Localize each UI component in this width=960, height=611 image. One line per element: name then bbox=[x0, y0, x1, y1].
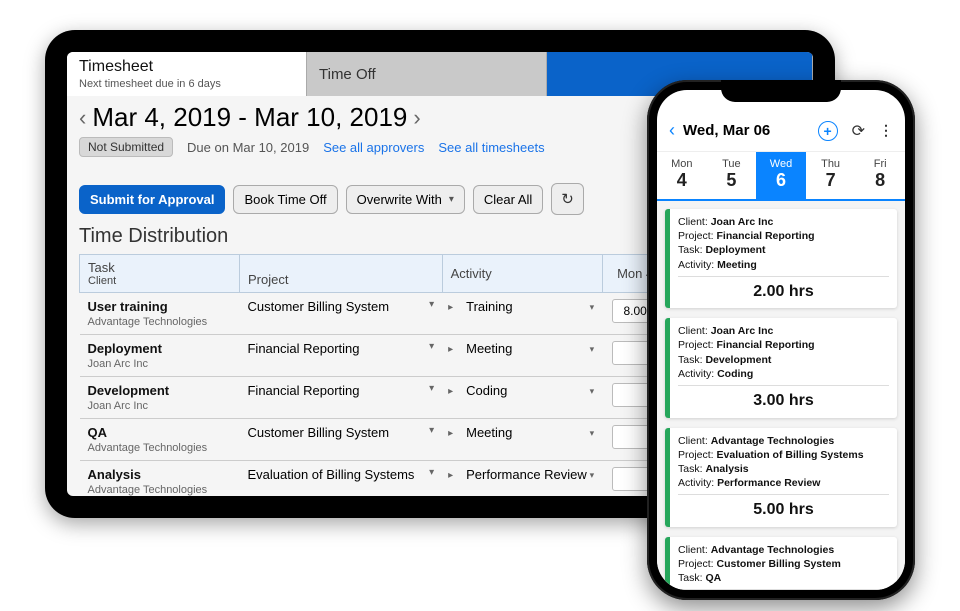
task-cell[interactable]: Deployment Joan Arc Inc bbox=[80, 335, 240, 377]
expand-icon: ▸ bbox=[448, 344, 453, 355]
phone-date: Wed, Mar 06 bbox=[683, 122, 812, 139]
time-entry-card[interactable]: Client: Advantage Technologies Project: … bbox=[665, 428, 897, 527]
tab-timesheet[interactable]: Timesheet Next timesheet due in 6 days bbox=[67, 52, 307, 96]
project-cell[interactable]: Customer Billing System ▾ bbox=[239, 293, 442, 335]
chevron-down-icon: ▾ bbox=[590, 470, 595, 481]
due-date-text: Due on Mar 10, 2019 bbox=[187, 140, 309, 155]
more-icon[interactable]: ⋮ bbox=[879, 122, 893, 139]
date-range-text: Mar 4, 2019 - Mar 10, 2019 bbox=[92, 102, 407, 133]
activity-cell[interactable]: ▸ Performance Review ▾ bbox=[442, 461, 602, 497]
entry-hours: 2.00 hrs bbox=[678, 276, 889, 305]
chevron-down-icon: ▾ bbox=[590, 302, 595, 313]
activity-cell[interactable]: ▸ Meeting ▾ bbox=[442, 419, 602, 461]
expand-icon: ▸ bbox=[448, 302, 453, 313]
chevron-down-icon: ▾ bbox=[590, 386, 595, 397]
task-cell[interactable]: QA Advantage Technologies bbox=[80, 419, 240, 461]
activity-cell[interactable]: ▸ Training ▾ bbox=[442, 293, 602, 335]
col-task: Task Client bbox=[80, 255, 240, 293]
next-week-chevron-icon[interactable]: › bbox=[413, 105, 420, 131]
refresh-button[interactable] bbox=[551, 183, 584, 215]
task-cell[interactable]: User training Advantage Technologies bbox=[80, 293, 240, 335]
task-cell[interactable]: Analysis Advantage Technologies bbox=[80, 461, 240, 497]
clear-all-button[interactable]: Clear All bbox=[473, 185, 543, 214]
tab-timesheet-title: Timesheet bbox=[79, 58, 294, 76]
weekday-wed[interactable]: Wed6 bbox=[756, 152, 806, 199]
entry-hours: 5.00 hrs bbox=[678, 494, 889, 523]
book-time-off-button[interactable]: Book Time Off bbox=[233, 185, 337, 214]
activity-cell[interactable]: ▸ Meeting ▾ bbox=[442, 335, 602, 377]
tab-timesheet-subtitle: Next timesheet due in 6 days bbox=[79, 78, 294, 90]
see-timesheets-link[interactable]: See all timesheets bbox=[438, 140, 544, 155]
col-activity: Activity bbox=[442, 255, 602, 293]
chevron-down-icon: ▾ bbox=[429, 341, 434, 352]
chevron-down-icon: ▾ bbox=[590, 344, 595, 355]
phone-notch bbox=[721, 80, 841, 102]
submit-approval-button[interactable]: Submit for Approval bbox=[79, 185, 225, 214]
expand-icon: ▸ bbox=[448, 470, 453, 481]
weekday-tue[interactable]: Tue5 bbox=[707, 152, 757, 199]
prev-week-chevron-icon[interactable]: ‹ bbox=[79, 105, 86, 131]
activity-cell[interactable]: ▸ Coding ▾ bbox=[442, 377, 602, 419]
project-cell[interactable]: Evaluation of Billing Systems ▾ bbox=[239, 461, 442, 497]
project-cell[interactable]: Financial Reporting ▾ bbox=[239, 335, 442, 377]
project-cell[interactable]: Financial Reporting ▾ bbox=[239, 377, 442, 419]
task-cell[interactable]: Development Joan Arc Inc bbox=[80, 377, 240, 419]
add-entry-icon[interactable]: + bbox=[818, 121, 838, 141]
chevron-down-icon: ▾ bbox=[429, 425, 434, 436]
back-chevron-icon[interactable]: ‹ bbox=[669, 120, 675, 141]
chevron-down-icon: ▾ bbox=[429, 467, 434, 478]
chevron-down-icon: ▾ bbox=[429, 383, 434, 394]
tab-timeoff[interactable]: Time Off bbox=[307, 52, 547, 96]
status-badge: Not Submitted bbox=[79, 137, 173, 157]
weekday-thu[interactable]: Thu7 bbox=[806, 152, 856, 199]
time-entry-card[interactable]: Client: Advantage Technologies Project: … bbox=[665, 537, 897, 590]
col-project: Project bbox=[239, 255, 442, 293]
weekday-fri[interactable]: Fri8 bbox=[855, 152, 905, 199]
see-approvers-link[interactable]: See all approvers bbox=[323, 140, 424, 155]
phone-screen: ‹ Wed, Mar 06 + ⟳ ⋮ Mon4Tue5Wed6Thu7Fri8… bbox=[657, 90, 905, 590]
week-selector: Mon4Tue5Wed6Thu7Fri8 bbox=[657, 152, 905, 201]
refresh-icon[interactable]: ⟳ bbox=[852, 121, 865, 141]
expand-icon: ▸ bbox=[448, 428, 453, 439]
time-entry-card[interactable]: Client: Joan Arc Inc Project: Financial … bbox=[665, 318, 897, 417]
weekday-mon[interactable]: Mon4 bbox=[657, 152, 707, 199]
entries-list: Client: Joan Arc Inc Project: Financial … bbox=[657, 201, 905, 590]
entry-hours: 3.00 hrs bbox=[678, 385, 889, 414]
expand-icon: ▸ bbox=[448, 386, 453, 397]
project-cell[interactable]: Customer Billing System ▾ bbox=[239, 419, 442, 461]
phone-device: ‹ Wed, Mar 06 + ⟳ ⋮ Mon4Tue5Wed6Thu7Fri8… bbox=[647, 80, 915, 600]
tab-timeoff-title: Time Off bbox=[319, 66, 376, 83]
chevron-down-icon: ▾ bbox=[590, 428, 595, 439]
chevron-down-icon: ▾ bbox=[429, 299, 434, 310]
time-entry-card[interactable]: Client: Joan Arc Inc Project: Financial … bbox=[665, 209, 897, 308]
overwrite-with-button[interactable]: Overwrite With bbox=[346, 185, 465, 214]
